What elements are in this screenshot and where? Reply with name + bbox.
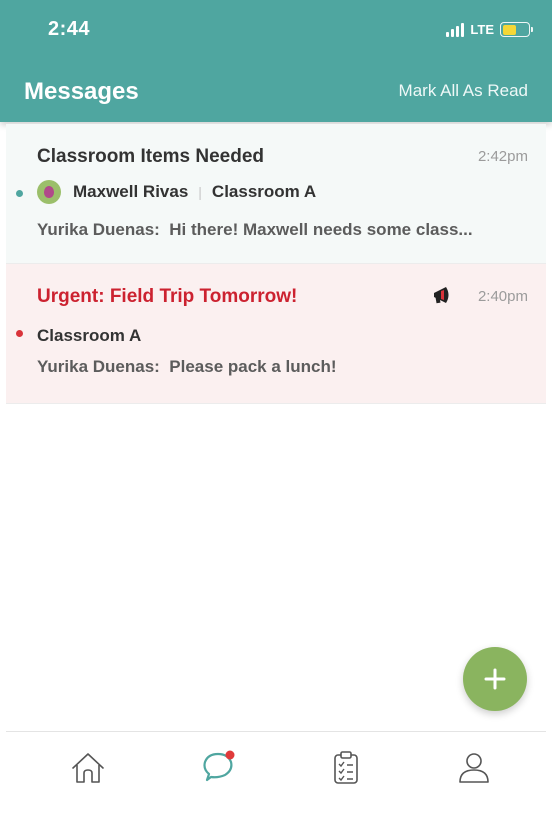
message-recipient: Classroom A (37, 326, 141, 346)
message-item[interactable]: Classroom Items Needed 2:42pm Maxwell Ri… (6, 124, 546, 264)
profile-icon (459, 753, 489, 783)
battery-icon (500, 22, 533, 37)
tab-messages[interactable] (198, 748, 238, 788)
tab-profile[interactable] (454, 748, 494, 788)
tab-checklist[interactable] (326, 748, 366, 788)
message-preview: Yurika Duenas: Please pack a lunch! (37, 357, 532, 377)
message-recipient: Maxwell Rivas | Classroom A (73, 182, 316, 202)
chat-icon (203, 750, 235, 782)
preview-text: Hi there! Maxwell needs some class... (169, 220, 473, 239)
unread-dot (16, 190, 23, 197)
message-title: Urgent: Field Trip Tomorrow! (37, 286, 298, 307)
megaphone-icon (434, 287, 449, 304)
message-time: 2:40pm (477, 288, 528, 305)
page-title: Messages (24, 78, 139, 105)
student-name: Maxwell Rivas (73, 182, 189, 201)
signal-icon (446, 22, 465, 37)
message-preview: Yurika Duenas: Hi there! Maxwell needs s… (37, 220, 532, 240)
status-indicators: LTE (446, 22, 533, 37)
status-time: 2:44 (48, 18, 91, 40)
classroom-name: Classroom A (211, 182, 317, 201)
tab-home[interactable] (68, 748, 108, 788)
message-title: Classroom Items Needed (37, 146, 265, 167)
plus-icon (484, 668, 506, 690)
clipboard-icon (334, 751, 358, 784)
sender-name: Yurika Duenas: (37, 357, 160, 376)
compose-button[interactable] (463, 647, 527, 711)
mark-all-read-button[interactable]: Mark All As Read (399, 81, 528, 101)
unread-dot (16, 330, 23, 337)
network-type: LTE (470, 22, 494, 37)
home-icon (72, 753, 104, 783)
message-item-urgent[interactable]: Urgent: Field Trip Tomorrow! 2:40pm Clas… (6, 264, 546, 404)
tab-bar (6, 731, 546, 820)
message-time: 2:42pm (477, 148, 528, 165)
separator: | (198, 184, 202, 200)
app-header: 2:44 LTE Messages Mark All As Read (0, 0, 552, 122)
classroom-name: Classroom A (37, 326, 142, 345)
student-avatar (37, 180, 61, 204)
sender-name: Yurika Duenas: (37, 220, 160, 239)
preview-text: Please pack a lunch! (169, 357, 337, 376)
